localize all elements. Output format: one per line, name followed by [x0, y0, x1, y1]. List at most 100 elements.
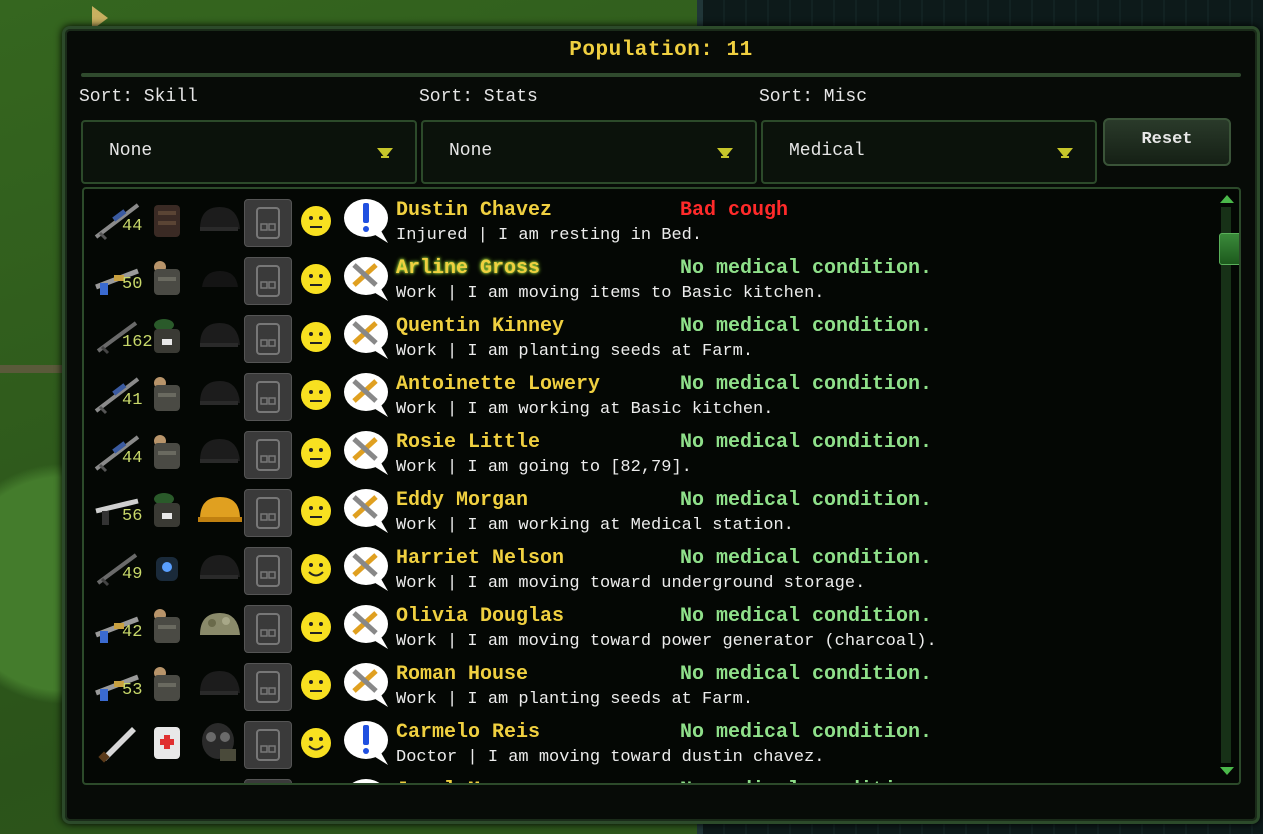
tools-bubble-icon[interactable]: [342, 603, 390, 651]
colonist-list: 44 Dustin Chavez Bad cough Injured | I am r…: [82, 187, 1241, 785]
black-helmet-icon[interactable]: [196, 663, 242, 705]
tactical-vest-icon[interactable]: [146, 663, 188, 705]
vest-icon[interactable]: [146, 779, 188, 783]
camo-helmet-icon[interactable]: [196, 605, 242, 647]
backpack-icon[interactable]: [244, 663, 292, 711]
tactical-vest-icon[interactable]: [146, 431, 188, 473]
hard-hat-icon[interactable]: [196, 489, 242, 531]
tools-bubble-icon[interactable]: [342, 313, 390, 361]
medical-condition: No medical condition.: [680, 663, 933, 686]
colonist-row[interactable]: 44 Rosie Little No medical condition. Work …: [84, 425, 1214, 483]
colonist-row[interactable]: 56 Eddy Morgan No medical condition. Work |…: [84, 483, 1214, 541]
colonist-name[interactable]: Olivia Douglas: [396, 605, 564, 628]
black-cap-icon[interactable]: [196, 257, 242, 299]
colonist-row[interactable]: Jewel Moon No medical condition.: [84, 773, 1214, 783]
medical-condition: No medical condition.: [680, 605, 933, 628]
backpack-icon[interactable]: [244, 605, 292, 653]
title-divider: [81, 73, 1241, 77]
colonist-row[interactable]: 53 Roman House No medical condition. Work |…: [84, 657, 1214, 715]
colonist-name[interactable]: Rosie Little: [396, 431, 540, 454]
medical-condition: No medical condition.: [680, 431, 933, 454]
colonist-status: Work | I am working at Medical station.: [396, 516, 794, 535]
sort-stats-dropdown[interactable]: None: [421, 120, 757, 184]
sort-misc-dropdown[interactable]: Medical: [761, 120, 1097, 184]
colonist-name[interactable]: Dustin Chavez: [396, 199, 552, 222]
black-helmet-icon[interactable]: [196, 373, 242, 415]
knife-icon[interactable]: [92, 721, 142, 763]
colonist-name[interactable]: Quentin Kinney: [396, 315, 564, 338]
colonist-row[interactable]: Carmelo Reis No medical condition. Doctor …: [84, 715, 1214, 773]
backpack-icon[interactable]: [244, 489, 292, 537]
medical-condition: Bad cough: [680, 199, 789, 222]
colonist-row[interactable]: 41 Antoinette Lowery No medical condition.…: [84, 367, 1214, 425]
tools-bubble-icon[interactable]: [342, 661, 390, 709]
medical-condition: No medical condition.: [680, 721, 933, 744]
medical-condition: No medical condition.: [680, 547, 933, 570]
exclamation-bubble-icon[interactable]: [342, 777, 390, 783]
backpack-icon[interactable]: [244, 199, 292, 247]
sort-misc-label: Sort: Misc: [759, 87, 868, 107]
backpack-icon[interactable]: [244, 721, 292, 769]
weapon-ammo-count: 44: [122, 217, 143, 236]
colonist-status: Injured | I am resting in Bed.: [396, 226, 703, 245]
colonist-row[interactable]: 50 Arline Gross No medical condition. Work …: [84, 251, 1214, 309]
scroll-track[interactable]: [1219, 207, 1239, 763]
neutral-face-icon: [300, 205, 332, 237]
scroll-up-icon[interactable]: [1220, 195, 1234, 203]
colonist-name[interactable]: Roman House: [396, 663, 528, 686]
happy-face-icon: [300, 727, 332, 759]
blue-vest-icon[interactable]: [146, 547, 188, 589]
colonist-row[interactable]: 162 Quentin Kinney No medical condition. Wo…: [84, 309, 1214, 367]
tools-bubble-icon[interactable]: [342, 371, 390, 419]
fence: [0, 365, 70, 373]
black-helmet-icon[interactable]: [196, 779, 242, 783]
scroll-thumb[interactable]: [1219, 233, 1239, 265]
exclamation-bubble-icon[interactable]: [342, 197, 390, 245]
gas-mask-icon[interactable]: [196, 721, 242, 763]
black-helmet-icon[interactable]: [196, 199, 242, 241]
backpack-icon[interactable]: [244, 431, 292, 479]
tools-bubble-icon[interactable]: [342, 255, 390, 303]
green-vest-icon[interactable]: [146, 489, 188, 531]
neutral-face-icon: [300, 321, 332, 353]
neutral-face-icon: [300, 495, 332, 527]
colonist-name[interactable]: Antoinette Lowery: [396, 373, 600, 396]
rifle-icon[interactable]: [92, 779, 142, 783]
tools-bubble-icon[interactable]: [342, 545, 390, 593]
green-vest-icon[interactable]: [146, 315, 188, 357]
list-scrollbar[interactable]: [1215, 193, 1239, 777]
tools-bubble-icon[interactable]: [342, 429, 390, 477]
neutral-face-icon: [300, 611, 332, 643]
tactical-vest-icon[interactable]: [146, 605, 188, 647]
sort-skill-dropdown[interactable]: None: [81, 120, 417, 184]
scroll-down-icon[interactable]: [1220, 767, 1234, 775]
colonist-name[interactable]: Carmelo Reis: [396, 721, 540, 744]
backpack-icon[interactable]: [244, 257, 292, 305]
black-helmet-icon[interactable]: [196, 431, 242, 473]
tactical-vest-icon[interactable]: [146, 257, 188, 299]
backpack-icon[interactable]: [244, 779, 292, 783]
colonist-name[interactable]: Eddy Morgan: [396, 489, 528, 512]
colonist-row[interactable]: 42 Olivia Douglas No medical condition. Wor…: [84, 599, 1214, 657]
weapon-ammo-count: 44: [122, 449, 143, 468]
colonist-name[interactable]: Harriet Nelson: [396, 547, 564, 570]
tools-bubble-icon[interactable]: [342, 487, 390, 535]
black-helmet-icon[interactable]: [196, 315, 242, 357]
weapon-ammo-count: 50: [122, 275, 143, 294]
medical-condition: No medical condition.: [680, 489, 933, 512]
colonist-row[interactable]: 44 Dustin Chavez Bad cough Injured | I am r…: [84, 193, 1214, 251]
colonist-status: Work | I am moving toward underground st…: [396, 574, 866, 593]
colonist-status: Work | I am moving items to Basic kitche…: [396, 284, 825, 303]
colonist-row[interactable]: 49 Harriet Nelson No medical condition. Wor…: [84, 541, 1214, 599]
tactical-vest-icon[interactable]: [146, 373, 188, 415]
black-helmet-icon[interactable]: [196, 547, 242, 589]
colonist-name[interactable]: Arline Gross: [396, 257, 540, 280]
colonist-name[interactable]: Jewel Moon: [396, 779, 516, 783]
exclamation-bubble-icon[interactable]: [342, 719, 390, 767]
reset-button[interactable]: Reset: [1103, 118, 1231, 166]
backpack-icon[interactable]: [244, 547, 292, 595]
vest-icon[interactable]: [146, 199, 188, 241]
backpack-icon[interactable]: [244, 315, 292, 363]
backpack-icon[interactable]: [244, 373, 292, 421]
medic-coat-icon[interactable]: [146, 721, 188, 763]
